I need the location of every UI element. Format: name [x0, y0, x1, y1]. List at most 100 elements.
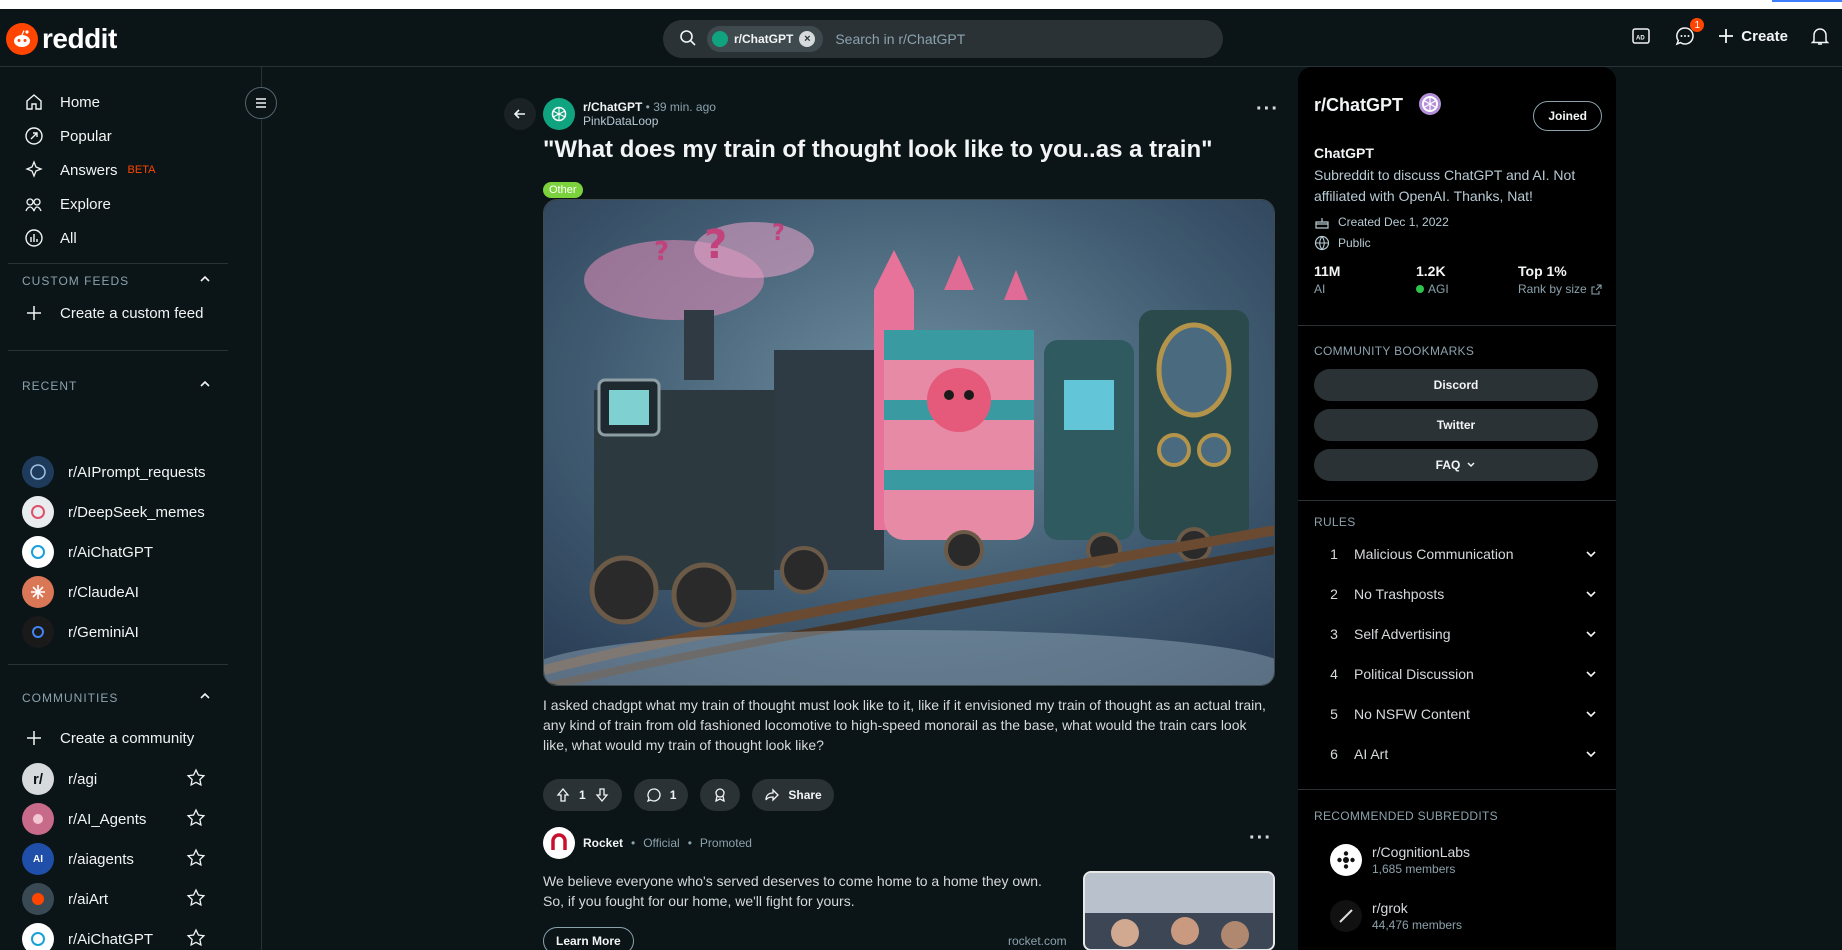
bookmark-discord[interactable]: Discord [1314, 369, 1598, 401]
recent-header[interactable]: RECENT [22, 377, 212, 394]
reddit-snoo-icon [6, 23, 38, 55]
bookmarks-title: COMMUNITY BOOKMARKS [1314, 344, 1475, 358]
clear-scope-icon[interactable]: × [799, 31, 816, 47]
community-item[interactable]: r/ r/agi [22, 763, 98, 795]
award-button[interactable] [700, 779, 741, 811]
community-avatar [22, 576, 54, 608]
nav-home-label: Home [60, 93, 101, 111]
recent-item[interactable]: r/AIPrompt_requests [22, 456, 206, 488]
recommended-item[interactable]: r/grok 44,476 members [1330, 900, 1462, 932]
rule-number: 3 [1330, 626, 1338, 642]
post-flair[interactable]: Other [543, 182, 583, 198]
recommended-members: 1,685 members [1372, 862, 1456, 876]
chatgpt-icon [712, 31, 728, 47]
community-item[interactable]: AI r/aiagents [22, 843, 134, 875]
rule-item[interactable]: 4 Political Discussion [1314, 654, 1598, 694]
post-image[interactable]: ? ? ? [543, 199, 1275, 686]
post-options-icon[interactable]: ··· [1256, 98, 1279, 121]
create-button[interactable]: Create [1717, 27, 1788, 45]
nav-answers[interactable]: Answers BETA [22, 155, 155, 185]
rule-item[interactable]: 3 Self Advertising [1314, 614, 1598, 654]
favorite-star-icon[interactable] [186, 848, 206, 871]
subreddit-icon[interactable] [543, 98, 575, 130]
rocket-logo-icon[interactable] [543, 827, 575, 859]
comment-count: 1 [669, 788, 677, 802]
rank-link[interactable]: Rank by size [1518, 282, 1602, 296]
advertise-icon[interactable]: AD [1629, 24, 1653, 48]
chat-badge: 1 [1690, 18, 1705, 32]
chevron-down-icon [1586, 551, 1596, 558]
stat-online: 1.2K AGI [1416, 263, 1518, 296]
custom-feeds-header[interactable]: CUSTOM FEEDS [22, 272, 212, 289]
recent-item[interactable]: r/AiChatGPT [22, 536, 154, 568]
learn-more-button[interactable]: Learn More [543, 927, 634, 950]
bookmark-faq[interactable]: FAQ [1314, 449, 1598, 481]
svg-text:AD: AD [1636, 36, 1645, 42]
rule-item[interactable]: 5 No NSFW Content [1314, 694, 1598, 734]
post-author[interactable]: PinkDataLoop [583, 114, 716, 128]
nav-explore-label: Explore [60, 195, 111, 213]
recent-item[interactable]: r/GeminiAI [22, 616, 139, 648]
bookmark-twitter[interactable]: Twitter [1314, 409, 1598, 441]
back-button[interactable] [504, 98, 536, 130]
community-header: r/ChatGPT [1314, 91, 1443, 120]
stat-value: Top 1% [1518, 263, 1567, 279]
promo-options-icon[interactable]: ··· [1249, 827, 1272, 850]
community-item-label: r/AiChatGPT [68, 930, 154, 948]
home-icon [22, 90, 46, 114]
nav-home[interactable]: Home [22, 87, 100, 117]
recommended-members: 44,476 members [1372, 918, 1463, 932]
promo-thumbnail[interactable] [1083, 871, 1275, 950]
notifications-bell-icon[interactable] [1808, 24, 1832, 48]
nav-explore[interactable]: Explore [22, 189, 111, 219]
rule-item[interactable]: 6 AI Art [1314, 734, 1598, 774]
favorite-star-icon[interactable] [186, 808, 206, 831]
nav-popular[interactable]: Popular [22, 121, 112, 151]
recent-item-label: r/AIPrompt_requests [68, 463, 206, 481]
search-input[interactable]: Search in r/ChatGPT [835, 31, 965, 47]
vote-count: 1 [579, 788, 586, 802]
promo-name[interactable]: Rocket [583, 836, 623, 850]
promo-text: We believe everyone who's served deserve… [543, 873, 1042, 909]
top-header: reddit r/ChatGPT × Search in r/ChatGPT A… [0, 9, 1842, 67]
search-bar[interactable]: r/ChatGPT × Search in r/ChatGPT [663, 20, 1223, 58]
share-button[interactable]: Share [752, 779, 834, 811]
favorite-star-icon[interactable] [186, 768, 206, 791]
recent-item[interactable]: r/ClaudeAI [22, 576, 139, 608]
recent-item[interactable]: r/DeepSeek_memes [22, 496, 205, 528]
upvote-icon[interactable] [555, 787, 571, 803]
joined-button[interactable]: Joined [1533, 101, 1602, 131]
rule-item[interactable]: 1 Malicious Communication [1314, 534, 1598, 574]
header-actions: AD 1 Create [1629, 18, 1832, 48]
reddit-logo[interactable]: reddit [6, 23, 117, 55]
favorite-star-icon[interactable] [186, 888, 206, 911]
chevron-down-icon [1586, 591, 1596, 598]
communities-header[interactable]: COMMUNITIES [22, 689, 212, 706]
chat-icon[interactable]: 1 [1673, 18, 1705, 48]
post-subreddit[interactable]: r/ChatGPT [583, 100, 642, 114]
favorite-star-icon[interactable] [186, 928, 206, 950]
create-custom-feed[interactable]: Create a custom feed [22, 298, 203, 328]
created-date: Created Dec 1, 2022 [1314, 214, 1449, 230]
rule-item[interactable]: 2 No Trashposts [1314, 574, 1598, 614]
collapse-sidebar-button[interactable] [245, 87, 277, 119]
create-community[interactable]: Create a community [22, 723, 194, 753]
community-item[interactable]: r/AI_Agents [22, 803, 146, 835]
rule-number: 5 [1330, 706, 1338, 722]
rule-number: 4 [1330, 666, 1338, 682]
comments-button[interactable]: 1 [633, 779, 689, 811]
community-item[interactable]: r/AiChatGPT [22, 923, 154, 950]
search-scope-chip[interactable]: r/ChatGPT × [707, 26, 824, 52]
recommended-item[interactable]: r/CognitionLabs 1,685 members [1330, 844, 1470, 876]
nav-all[interactable]: All [22, 223, 77, 253]
popular-icon [22, 124, 46, 148]
promo-domain[interactable]: rocket.com [1008, 934, 1067, 948]
create-community-label: Create a community [60, 729, 195, 747]
community-name: r/ChatGPT [1314, 95, 1404, 115]
recent-item-label: r/AiChatGPT [68, 543, 154, 561]
downvote-icon[interactable] [594, 787, 610, 803]
community-item-label: r/agi [68, 770, 98, 788]
community-item[interactable]: r/aiArt [22, 883, 108, 915]
cake-icon [1315, 218, 1329, 229]
nav-answers-label: Answers [60, 161, 118, 179]
